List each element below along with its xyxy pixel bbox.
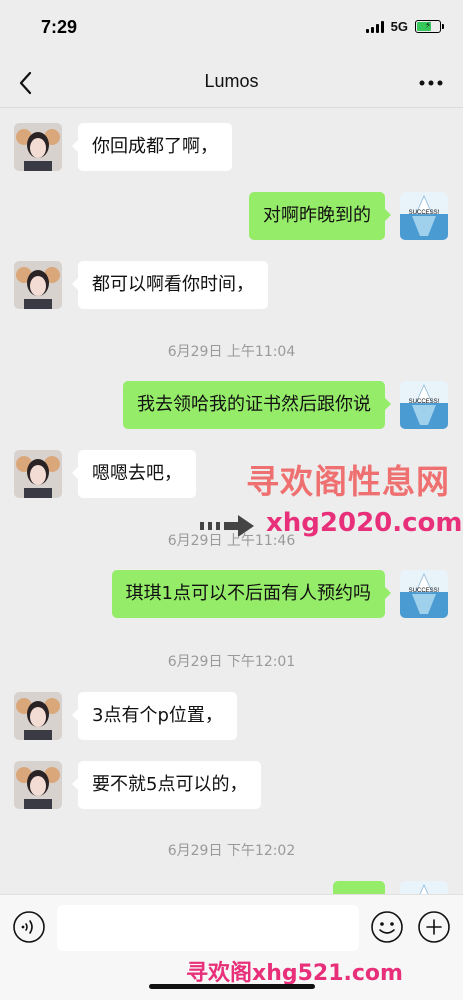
contact-avatar[interactable] bbox=[14, 761, 62, 809]
contact-avatar[interactable] bbox=[14, 261, 62, 309]
watermark-url: xhg2020.com bbox=[266, 508, 463, 538]
avatar-caption: SUCCESS! bbox=[409, 399, 440, 405]
message-bubble[interactable]: 对啊昨晚到的 bbox=[249, 192, 391, 240]
watermark-text: 寻欢阁性息网 bbox=[246, 462, 450, 501]
self-avatar[interactable] bbox=[400, 881, 448, 894]
contact-avatar[interactable] bbox=[14, 450, 62, 498]
self-avatar[interactable]: SUCCESS! bbox=[400, 570, 448, 618]
message-bubble[interactable]: 我去领哈我的证书然后跟你说 bbox=[123, 381, 391, 429]
voice-button[interactable] bbox=[12, 910, 46, 944]
plus-icon bbox=[418, 911, 450, 943]
chat-title: Lumos bbox=[204, 71, 259, 91]
message-bubble[interactable]: 你回成都了啊， bbox=[72, 123, 232, 171]
watermark-footer: 寻欢阁xhg521.com bbox=[186, 961, 403, 986]
contact-avatar[interactable] bbox=[14, 123, 62, 171]
message-bubble[interactable]: 3点有个p位置， bbox=[72, 692, 237, 740]
timestamp: 6月29日 上午11:04 bbox=[167, 344, 296, 360]
status-bar: 7:29 5G ⚡ bbox=[0, 0, 463, 58]
contact-avatar[interactable] bbox=[14, 692, 62, 740]
self-avatar[interactable]: SUCCESS! bbox=[400, 381, 448, 429]
more-actions-button[interactable] bbox=[417, 910, 451, 944]
timestamp: 6月29日 下午12:02 bbox=[167, 843, 296, 859]
emoji-button[interactable] bbox=[370, 910, 404, 944]
message-bubble[interactable]: 琪琪1点可以不后面有人预约吗 bbox=[111, 570, 392, 618]
emoji-icon bbox=[371, 911, 403, 943]
battery-icon: ⚡ bbox=[415, 20, 444, 33]
nav-bar: Lumos bbox=[0, 58, 463, 108]
more-button[interactable] bbox=[417, 71, 445, 95]
message-bubble[interactable] bbox=[333, 881, 385, 894]
network-type: 5G bbox=[390, 19, 408, 34]
status-indicators: 5G ⚡ bbox=[365, 19, 444, 34]
status-time: 7:29 bbox=[41, 17, 78, 37]
avatar-caption: SUCCESS! bbox=[409, 210, 440, 216]
message-input[interactable] bbox=[57, 905, 359, 951]
voice-icon bbox=[13, 911, 45, 943]
arrow-right-icon bbox=[200, 515, 254, 537]
message-bubble[interactable]: 嗯嗯去吧， bbox=[72, 450, 196, 498]
timestamp: 6月29日 下午12:01 bbox=[167, 654, 296, 670]
self-avatar[interactable]: SUCCESS! bbox=[400, 192, 448, 240]
home-indicator[interactable] bbox=[149, 984, 315, 989]
more-horizontal-icon bbox=[419, 80, 443, 86]
signal-icon bbox=[365, 20, 384, 33]
avatar-caption: SUCCESS! bbox=[409, 588, 440, 594]
message-bubble[interactable]: 都可以啊看你时间， bbox=[72, 261, 268, 309]
message-bubble[interactable]: 要不就5点可以的， bbox=[71, 761, 262, 809]
